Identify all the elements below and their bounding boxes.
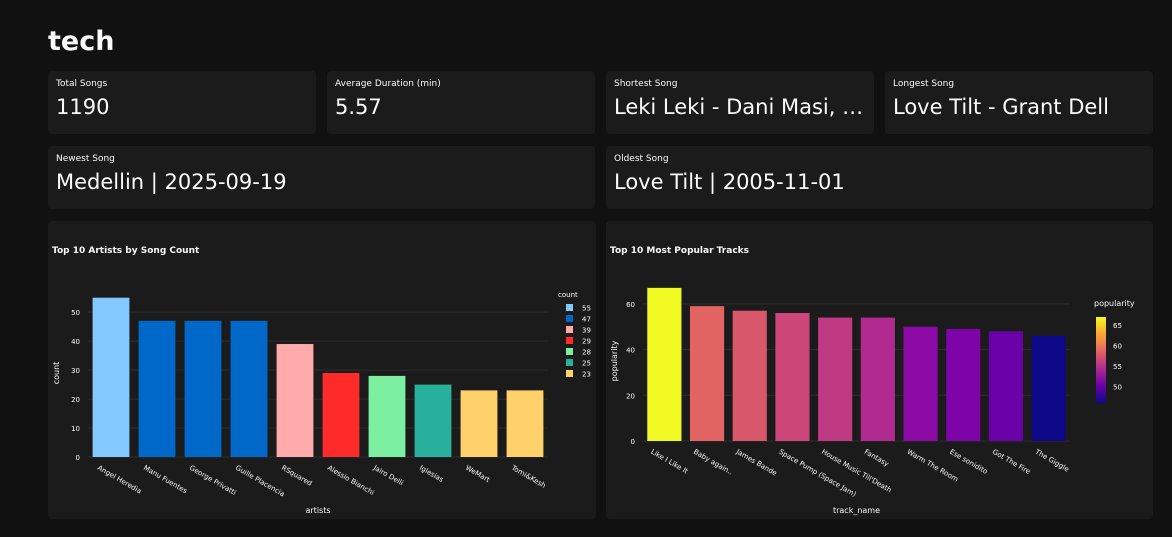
legend-swatch[interactable] — [566, 304, 573, 311]
legend-swatch[interactable] — [566, 370, 573, 377]
metric-label: Oldest Song — [614, 154, 669, 164]
colorbar-tick-label: 60 — [1113, 343, 1122, 351]
bar[interactable] — [732, 310, 767, 441]
x-tick-label: Ese sonidito — [948, 448, 989, 476]
legend-label: 23 — [582, 371, 591, 379]
bar[interactable] — [322, 373, 360, 457]
metric-label: Newest Song — [56, 154, 115, 164]
metric-value: Medellin | 2025-09-19 — [56, 170, 287, 194]
bar[interactable] — [775, 313, 810, 441]
legend-label: 25 — [582, 360, 591, 368]
bar[interactable] — [1031, 335, 1066, 441]
y-axis-title: popularity — [610, 340, 619, 381]
bar[interactable] — [184, 320, 222, 457]
legend-label: 39 — [582, 327, 591, 335]
metric-value: 5.57 — [335, 95, 382, 119]
artists-chart-card: Top 10 Artists by Song Count 0 10 20 30 40 50 A… — [48, 221, 596, 519]
bar[interactable] — [946, 329, 981, 441]
metric-label: Total Songs — [56, 79, 108, 89]
x-tick-label: Space Pump (Space Jam) — [777, 448, 857, 499]
colorbar-tick-label: 55 — [1113, 363, 1122, 371]
artists-bar-chart[interactable]: Top 10 Artists by Song Count 0 10 20 30 40 50 A… — [48, 221, 596, 519]
colorbar-tick-label: 50 — [1113, 384, 1122, 392]
x-tick-label: House Music Till'Death — [820, 448, 893, 495]
y-tick-label: 0 — [631, 438, 635, 446]
x-tick-label: Like I Like It — [649, 448, 689, 476]
y-tick-label: 40 — [71, 338, 80, 346]
bar[interactable] — [506, 390, 544, 457]
colorbar-tick-label: 65 — [1113, 322, 1122, 330]
x-tick-label: Jairo Delli — [371, 463, 405, 487]
y-tick-label: 10 — [71, 425, 80, 433]
page-title: tech — [48, 26, 115, 57]
x-tick-label: Angel Heredia — [96, 464, 143, 496]
metric-label: Shortest Song — [614, 79, 678, 89]
legend-swatch[interactable] — [566, 337, 573, 344]
x-tick-label: George Privatti — [188, 464, 238, 497]
x-tick-label: Fantasy — [863, 448, 890, 468]
bar[interactable] — [647, 287, 682, 441]
y-tick-label: 50 — [71, 309, 80, 317]
metric-oldest-song: Oldest Song Love Tilt | 2005-11-01 — [606, 146, 1153, 209]
x-tick-label: Manu Fuentes — [142, 464, 189, 496]
metric-value: Love Tilt - Grant Dell — [893, 95, 1109, 119]
metric-value: Leki Leki - Dani Masi, A… — [614, 95, 866, 119]
y-tick-label: 60 — [626, 301, 635, 309]
metric-average-duration: Average Duration (min) 5.57 — [327, 71, 595, 134]
x-tick-label: Iglesias — [418, 464, 445, 484]
bar[interactable] — [460, 390, 498, 457]
bar[interactable] — [903, 326, 938, 441]
x-tick-label: Guille Placencia — [234, 464, 286, 499]
legend-label: 47 — [582, 316, 591, 324]
x-tick-label: Got The Fire — [991, 448, 1032, 476]
legend-swatch[interactable] — [566, 348, 573, 355]
bar[interactable] — [276, 344, 314, 457]
x-tick-label: Baby again.. — [692, 448, 734, 477]
legend-label: 29 — [582, 338, 591, 346]
chart-title: Top 10 Artists by Song Count — [52, 246, 200, 256]
bar[interactable] — [818, 317, 853, 441]
metric-newest-song: Newest Song Medellin | 2025-09-19 — [48, 146, 595, 209]
bar[interactable] — [368, 375, 406, 457]
x-tick-label: The Giggle — [1033, 447, 1071, 473]
x-tick-label: James Bande — [734, 447, 778, 477]
legend-label: 28 — [582, 349, 591, 357]
x-tick-label: RSquared — [280, 464, 313, 488]
legend-title: count — [558, 291, 578, 299]
metric-total-songs: Total Songs 1190 — [48, 71, 316, 134]
tracks-bar-chart[interactable]: Top 10 Most Popular Tracks 0 20 40 60 Like I … — [606, 221, 1153, 519]
x-tick-label: Tomi&Kesh — [509, 463, 547, 490]
y-tick-label: 0 — [76, 454, 80, 462]
tracks-chart-card: Top 10 Most Popular Tracks 0 20 40 60 Like I … — [606, 221, 1153, 519]
y-tick-label: 30 — [71, 367, 80, 375]
y-axis-title: count — [52, 362, 61, 385]
metric-longest-song: Longest Song Love Tilt - Grant Dell — [885, 71, 1153, 134]
bar[interactable] — [689, 306, 725, 441]
y-tick-label: 20 — [626, 392, 635, 400]
legend-label: 55 — [582, 305, 591, 313]
metric-value: 1190 — [56, 95, 110, 119]
metric-label: Longest Song — [893, 79, 955, 89]
x-tick-label: Alessio Bianchi — [326, 464, 376, 497]
x-tick-label: WeMart — [464, 464, 491, 484]
bar[interactable] — [860, 317, 895, 441]
bar[interactable] — [988, 331, 1024, 441]
legend-swatch[interactable] — [566, 315, 573, 322]
legend-swatch[interactable] — [566, 326, 573, 333]
colorbar-title: popularity — [1094, 299, 1135, 308]
bar[interactable] — [138, 320, 176, 457]
y-tick-label: 40 — [626, 347, 635, 355]
x-axis-title: artists — [305, 506, 330, 515]
bar[interactable] — [92, 297, 130, 457]
legend-swatch[interactable] — [566, 359, 573, 366]
bar[interactable] — [414, 384, 452, 457]
metric-shortest-song: Shortest Song Leki Leki - Dani Masi, A… — [606, 71, 874, 134]
metric-value: Love Tilt | 2005-11-01 — [614, 170, 845, 194]
bar[interactable] — [230, 320, 268, 457]
x-axis-title: track_name — [833, 506, 880, 515]
y-tick-label: 20 — [71, 396, 80, 404]
chart-title: Top 10 Most Popular Tracks — [610, 246, 749, 256]
metric-label: Average Duration (min) — [335, 79, 441, 89]
colorbar — [1096, 317, 1106, 403]
